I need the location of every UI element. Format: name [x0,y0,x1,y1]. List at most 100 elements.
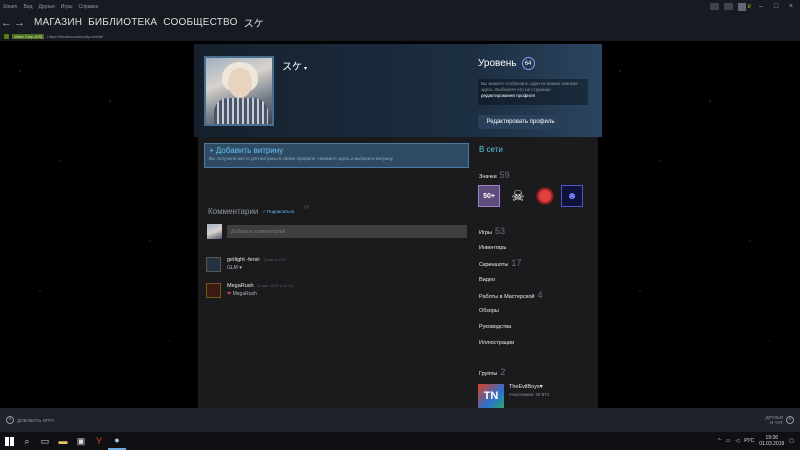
steam-bottom-bar: + ДОБАВИТЬ ИГРУ ДРУЗЬЯ И ЧАТ + [0,408,800,432]
group-members: Участников: 26 871 [509,392,550,397]
lock-icon [4,34,9,39]
menu-bar: Steam Вид Друзья Игры Справка ₽ – □ × [0,0,800,13]
menubar-right: ₽ – □ × [709,2,800,11]
maximize-icon[interactable]: □ [771,3,781,10]
yandex-browser-icon[interactable]: Y [90,432,108,450]
inventory-link[interactable]: Инвентарь [479,245,506,251]
tab-library[interactable]: БИБЛИОТЕКА [88,17,157,28]
comment-item: MegaRush 24 авг. 2018 в 21:04 ❤ MegaRush [206,283,446,301]
menu-item-steam[interactable]: Steam [0,4,20,10]
skull-badge-icon[interactable]: ☠ [507,185,529,207]
hooded-figure-badge-icon[interactable]: ☻ [561,185,583,207]
subscribe-toggle[interactable]: ✓ Подписаться [262,209,294,215]
broadcast-icon[interactable] [709,3,719,10]
steam-window: Steam Вид Друзья Игры Справка ₽ – □ × ← … [0,0,800,450]
groups-link[interactable]: Группы 2 [479,367,505,377]
online-status: В сети [479,145,503,154]
tab-community[interactable]: СООБЩЕСТВО [163,17,237,28]
level-section: Уровень 64 [478,57,535,70]
screenshots-link[interactable]: Скриншоты 17 [479,258,521,268]
games-link[interactable]: Игры 53 [479,226,505,236]
comment-input[interactable] [227,225,467,238]
menu-item-view[interactable]: Вид [20,4,35,10]
edit-profile-button[interactable]: Редактировать профиль [478,115,563,129]
comments-title: Комментарии [208,207,259,216]
friends-chat-button[interactable]: ДРУЗЬЯ И ЧАТ + [766,415,794,425]
notifications-center-icon[interactable]: ▢ [789,438,794,444]
url-text[interactable]: https://steamcommunity.com/id/ [47,34,103,39]
comment-time: 24 авг. 2018 в 21:04 [256,283,293,288]
add-showcase-banner[interactable]: + Добавить витрину Вы получили место для… [204,143,469,168]
badges-link[interactable]: Значки 59 [479,170,510,180]
windows-start-icon[interactable] [0,432,18,450]
comment-author[interactable]: MegaRush [227,283,254,289]
comments-help-icon[interactable]: (?) [304,204,309,209]
workshop-link[interactable]: Работы в Мастерской 4 [479,290,542,300]
network-icon[interactable]: ▭ [726,438,731,444]
group-item[interactable]: TN TheEvilBoys♥ Участников: 26 871 [478,384,549,408]
persona-name[interactable]: スケ ▾ [282,58,307,73]
tab-profile[interactable]: スケ [244,15,264,30]
videos-link[interactable]: Видео [479,277,495,283]
add-showcase-description: Вы получили место для витрины в своем пр… [209,156,394,161]
years-badge-icon[interactable]: 50+ [478,185,500,207]
comments-header: Комментарии ✓ Подписаться [208,207,294,216]
user-avatar-small [737,2,746,11]
comment-time: 5 мая в 5:37 [263,257,287,262]
heart-icon: ❤ [227,291,232,297]
profile-avatar [204,56,274,126]
artwork-link[interactable]: Иллюстрации [479,340,514,346]
close-icon[interactable]: × [786,3,796,10]
nav-bar: ← → МАГАЗИН БИБЛИОТЕКА СООБЩЕСТВО スケ [0,13,800,32]
add-game-button[interactable]: + ДОБАВИТЬ ИГРУ [6,416,54,424]
steam-taskbar-icon[interactable]: ● [108,432,126,450]
task-view-icon[interactable]: ▭ [36,432,54,450]
level-hint: Вы можете отобразить один из ваших значк… [478,79,588,105]
back-arrow-icon[interactable]: ← [0,17,13,29]
group-name: TheEvilBoys♥ [509,384,543,390]
caret-down-icon: ▾ [304,66,308,72]
comment-message: GLM ♥ [227,265,243,271]
red-badge-icon[interactable] [536,187,554,205]
chevron-up-icon[interactable]: ^ [718,438,720,444]
menu-item-help[interactable]: Справка [76,4,102,10]
address-bar: Valve Corp [US] https://steamcommunity.c… [0,32,800,41]
edit-profile-link[interactable]: редактирования профиля [481,93,535,98]
store-icon[interactable]: ▣ [72,432,90,450]
workshop-count: 4 [537,290,543,300]
badges-count: 59 [499,170,510,180]
commenter-avatar[interactable] [206,283,221,298]
account-menu[interactable]: ₽ [737,2,751,11]
tab-store[interactable]: МАГАЗИН [34,17,82,28]
windows-taskbar: ⌕ ▭ ▬ ▣ Y ● ^ ▭ ◁ РУС 19:36 01.03.2019 ▢ [0,432,800,450]
minimize-icon[interactable]: – [756,3,766,10]
menu-item-friends[interactable]: Друзья [36,4,58,10]
add-showcase-title: + Добавить витрину [209,146,284,155]
badges-row: 50+ ☠ ☻ [478,185,583,207]
comment-item: getlight -ferst- 5 мая в 5:37 GLM ♥ [206,257,446,275]
comment-author[interactable]: getlight -ferst- [227,257,261,263]
language-indicator[interactable]: РУС [744,438,754,444]
friends-plus-icon: + [786,416,794,424]
level-badge: 64 [521,57,535,70]
screenshots-count: 17 [511,258,522,268]
comment-entry [207,224,467,240]
notifications-icon[interactable] [723,3,733,10]
group-avatar: TN [478,384,504,408]
groups-count: 2 [500,367,506,377]
guides-link[interactable]: Руководства [479,324,511,330]
plus-icon: + [6,416,14,424]
my-avatar [207,224,222,239]
volume-icon[interactable]: ◁ [735,438,739,444]
system-tray: ^ ▭ ◁ РУС 19:36 01.03.2019 ▢ [718,435,800,447]
file-explorer-icon[interactable]: ▬ [54,432,72,450]
wallet-balance: ₽ [747,3,751,10]
menu-item-games[interactable]: Игры [58,4,76,10]
search-icon[interactable]: ⌕ [18,432,36,450]
forward-arrow-icon[interactable]: → [13,17,26,29]
clock[interactable]: 19:36 01.03.2019 [759,435,784,447]
comment-message: MegaRush [232,291,257,297]
commenter-avatar[interactable] [206,257,221,272]
reviews-link[interactable]: Обзоры [479,308,499,314]
certificate-badge: Valve Corp [US] [12,34,45,39]
